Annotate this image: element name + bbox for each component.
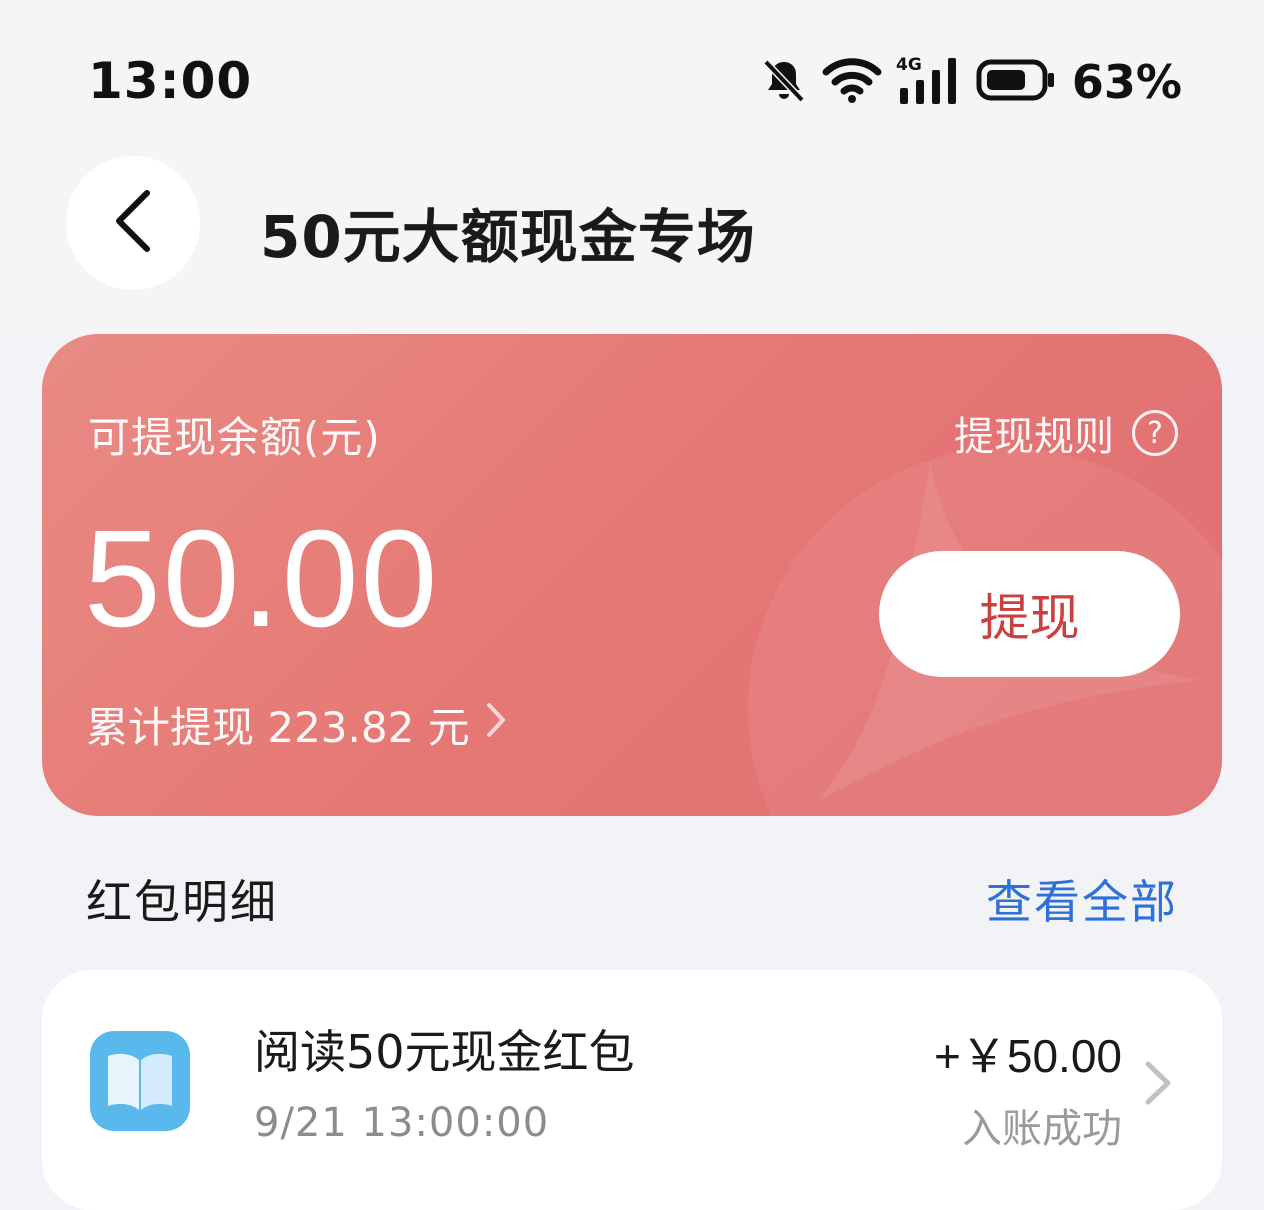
balance-amount: 50.00 xyxy=(84,502,440,656)
wifi-icon xyxy=(822,56,882,108)
svg-text:4G: 4G xyxy=(896,55,922,75)
status-bar: 13:00 4G 63% xyxy=(0,0,1264,150)
total-withdrawn-label: 累计提现 223.82 元 xyxy=(86,703,470,752)
book-icon xyxy=(90,1031,190,1131)
page-title: 50元大额现金专场 xyxy=(260,203,756,271)
cellular-signal-icon: 4G xyxy=(896,54,962,110)
withdraw-button[interactable]: 提现 xyxy=(879,551,1180,677)
status-icons: 4G 63% xyxy=(760,52,1182,112)
withdraw-rules-label: 提现规则 xyxy=(954,414,1114,460)
chevron-right-icon xyxy=(484,700,508,750)
total-withdrawn-link[interactable]: 累计提现 223.82 元 xyxy=(86,694,508,755)
record-status: 入账成功 xyxy=(962,1106,1122,1152)
chevron-right-icon xyxy=(1138,1058,1178,1108)
status-time: 13:00 xyxy=(88,52,253,110)
record-card[interactable] xyxy=(42,970,1222,1210)
bell-muted-icon xyxy=(760,56,808,108)
battery-percent: 63% xyxy=(1071,55,1182,109)
back-button[interactable] xyxy=(66,156,200,290)
battery-icon xyxy=(976,56,1056,108)
record-title: 阅读50元现金红包 xyxy=(254,1025,635,1079)
header: 50元大额现金专场 xyxy=(0,150,1264,334)
withdraw-rules-link[interactable]: 提现规则 ? xyxy=(954,404,1178,462)
view-all-link[interactable]: 查看全部 xyxy=(986,866,1178,932)
help-icon: ? xyxy=(1132,410,1178,456)
section-title: 红包明细 xyxy=(86,875,278,929)
chevron-left-icon xyxy=(111,187,155,259)
record-time: 9/21 13:00:00 xyxy=(254,1100,550,1146)
balance-label: 可提现余额(元) xyxy=(88,413,381,462)
record-amount: +￥50.00 xyxy=(934,1030,1122,1082)
